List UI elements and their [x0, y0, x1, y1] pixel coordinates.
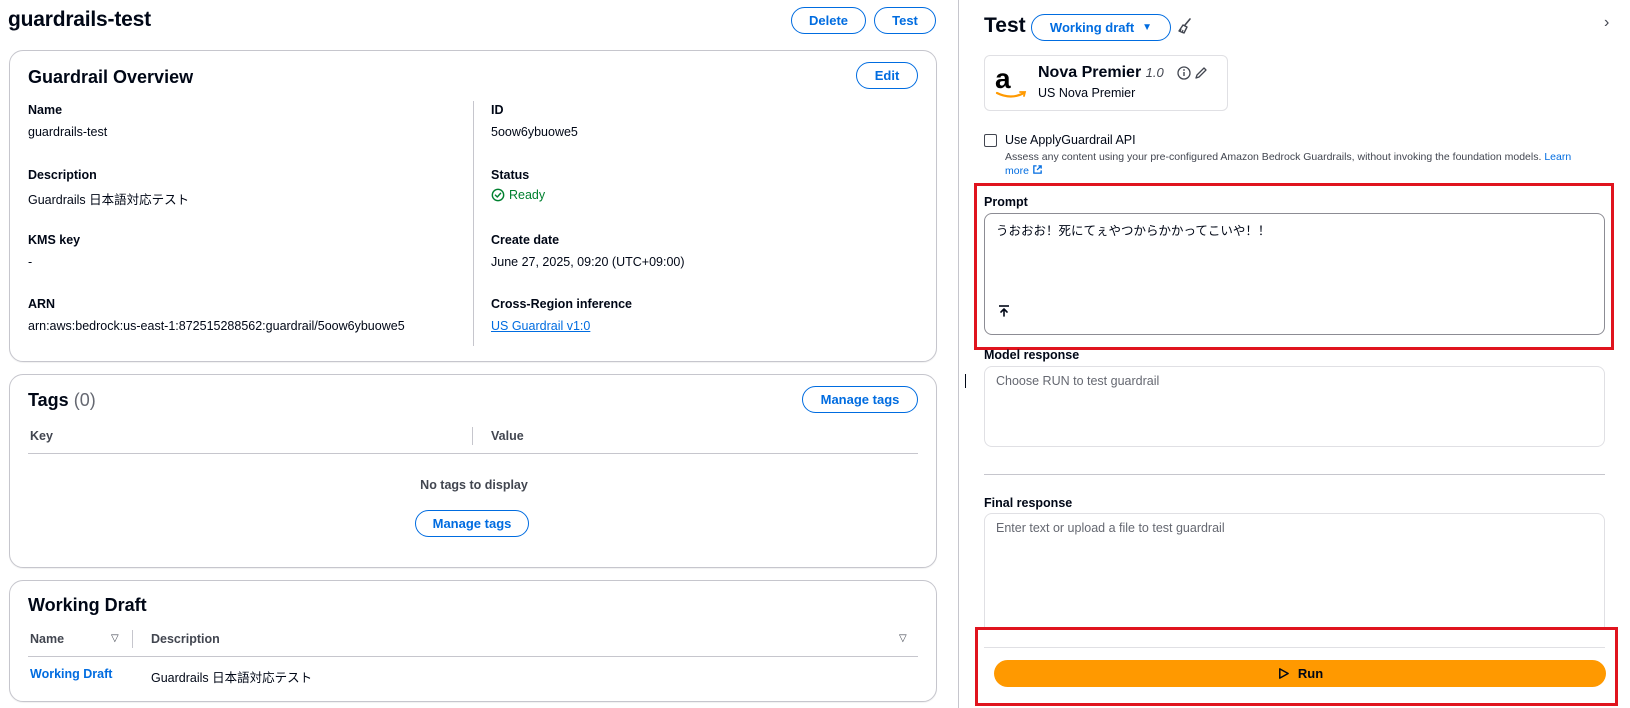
tags-card: Tags (0) Manage tags Key Value No tags t…: [9, 374, 937, 568]
arn-label: ARN: [28, 297, 56, 311]
manage-tags-empty-button[interactable]: Manage tags: [415, 510, 529, 537]
tags-col-key: Key: [30, 429, 53, 443]
model-version: 1.0: [1145, 65, 1164, 80]
name-value: guardrails-test: [28, 125, 108, 139]
broom-icon[interactable]: [1176, 17, 1194, 38]
learn-more-text-1: Learn: [1544, 151, 1572, 163]
version-dropdown-label: Working draft: [1049, 20, 1135, 35]
prompt-label: Prompt: [984, 195, 1028, 209]
page-title: guardrails-test: [8, 8, 151, 31]
tags-empty-text: No tags to display: [420, 478, 528, 492]
draft-col-description: Description: [151, 632, 220, 646]
tags-title-row: Tags (0): [28, 390, 96, 411]
info-icon[interactable]: [1177, 66, 1191, 83]
final-response-placeholder: Enter text or upload a file to test guar…: [996, 521, 1225, 535]
sort-name-icon[interactable]: ▽: [111, 633, 119, 644]
learn-more-text-2: more: [1005, 165, 1029, 177]
draft-col-name: Name: [30, 632, 65, 646]
tags-col-value: Value: [491, 429, 524, 443]
tags-header-line: [28, 453, 918, 454]
learn-more-link-2[interactable]: more: [1005, 165, 1029, 177]
column-divider: [473, 101, 474, 346]
check-circle-icon: [491, 188, 505, 202]
id-value: 5oow6ybuowe5: [491, 125, 578, 139]
run-label: Run: [1297, 666, 1324, 681]
working-draft-card: Working Draft Name ▽ Description ▽ Worki…: [9, 580, 937, 702]
text-cursor: [965, 374, 966, 388]
kms-key-label: KMS key: [28, 233, 81, 247]
final-response-output: Enter text or upload a file to test guar…: [984, 513, 1605, 628]
apply-guardrail-desc-text: Assess any content using your pre-config…: [1005, 151, 1542, 163]
overview-title: Guardrail Overview: [28, 67, 194, 87]
response-divider: [984, 474, 1605, 475]
learn-more-link[interactable]: Learn: [1544, 151, 1571, 163]
play-icon: [1278, 668, 1289, 679]
model-response-output: Choose RUN to test guardrail: [984, 366, 1605, 447]
working-draft-link[interactable]: Working Draft: [30, 667, 112, 681]
delete-button[interactable]: Delete: [791, 7, 866, 34]
status-label: Status: [491, 168, 530, 182]
guardrail-overview-card: Guardrail Overview Edit Name guardrails-…: [9, 50, 937, 362]
status-value: Ready: [509, 188, 546, 202]
description-label: Description: [28, 168, 97, 182]
model-name: Nova Premier: [1038, 64, 1142, 81]
test-button[interactable]: Test: [874, 7, 936, 34]
model-response-placeholder: Choose RUN to test guardrail: [996, 374, 1160, 388]
tags-col-divider: [472, 427, 473, 445]
arn-value: arn:aws:bedrock:us-east-1:872515288562:g…: [28, 319, 405, 333]
status-badge: Ready: [491, 188, 545, 202]
test-panel-title: Test: [984, 14, 1026, 37]
apply-guardrail-label[interactable]: Use ApplyGuardrail API: [1005, 133, 1136, 147]
sort-description-icon[interactable]: ▽: [899, 633, 907, 644]
model-card[interactable]: a Nova Premier 1.0 US Nova Premier: [984, 55, 1228, 111]
apply-guardrail-description: Assess any content using your pre-config…: [1005, 150, 1615, 178]
edit-pencil-icon[interactable]: [1194, 66, 1208, 83]
external-link-icon[interactable]: [1032, 165, 1043, 177]
create-date-value: June 27, 2025, 09:20 (UTC+09:00): [491, 255, 685, 269]
tags-count: (0): [73, 390, 96, 410]
working-draft-title: Working Draft: [28, 595, 147, 615]
edit-button[interactable]: Edit: [856, 62, 918, 89]
prompt-input[interactable]: うおおお！死にてぇやつからかかってこいや！！: [984, 213, 1605, 335]
pane-separator[interactable]: [958, 0, 959, 708]
amazon-logo-icon: a: [995, 65, 1027, 102]
upload-icon[interactable]: [997, 304, 1011, 321]
model-response-label: Model response: [984, 348, 1080, 362]
kms-key-value: -: [28, 255, 33, 269]
tags-title: Tags: [28, 390, 69, 410]
caret-down-icon: ▼: [1142, 22, 1153, 33]
create-date-label: Create date: [491, 233, 560, 247]
final-response-label: Final response: [984, 496, 1073, 510]
run-button[interactable]: Run: [994, 660, 1606, 687]
model-title: Nova Premier 1.0: [1038, 64, 1164, 82]
apply-guardrail-checkbox[interactable]: [984, 134, 997, 147]
model-sub: US Nova Premier: [1038, 86, 1136, 100]
working-draft-description: Guardrails 日本語対応テスト: [151, 671, 313, 685]
run-divider: [984, 647, 1605, 648]
id-label: ID: [491, 103, 504, 117]
manage-tags-button[interactable]: Manage tags: [802, 386, 918, 413]
version-dropdown[interactable]: Working draft ▼: [1031, 14, 1171, 41]
cross-region-label: Cross-Region inference: [491, 297, 633, 311]
draft-col-divider: [132, 630, 133, 648]
draft-header-line: [28, 656, 918, 657]
prompt-text: うおおお！死にてぇやつからかかってこいや！！: [996, 224, 1271, 238]
cross-region-link[interactable]: US Guardrail v1:0: [491, 319, 590, 333]
collapse-chevron-icon[interactable]: ›: [1604, 14, 1609, 32]
description-value: Guardrails 日本語対応テスト: [28, 193, 190, 207]
name-label: Name: [28, 103, 63, 117]
